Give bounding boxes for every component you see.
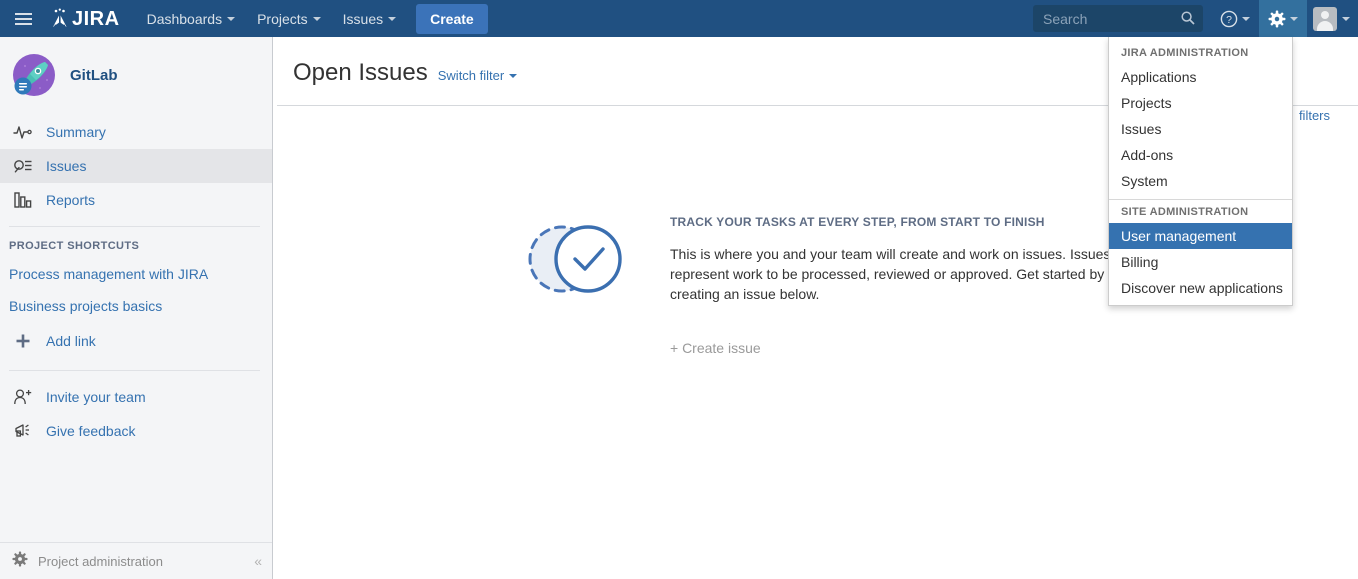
chevron-down-icon: [509, 73, 518, 78]
jira-wordmark: JIRA: [72, 7, 120, 30]
menu-item-add-ons[interactable]: Add-ons: [1109, 142, 1292, 168]
sidebar-invite-team-label: Invite your team: [46, 389, 146, 405]
chevron-down-icon: [1342, 16, 1350, 21]
nav-projects-label: Projects: [257, 10, 308, 27]
nav-issues[interactable]: Issues: [332, 0, 407, 37]
project-name: GitLab: [70, 66, 118, 84]
project-sidebar: GitLab Summary Issues Reports PROJECT SH…: [0, 37, 273, 579]
menu-item-discover-new-applications[interactable]: Discover new applications: [1109, 275, 1292, 301]
admin-dropdown-menu: JIRA ADMINISTRATION Applications Project…: [1108, 37, 1293, 306]
question-circle-icon: ?: [1220, 10, 1238, 27]
sidebar-give-feedback-label: Give feedback: [46, 423, 136, 439]
sidebar-shortcut-business-projects-basics[interactable]: Business projects basics: [0, 290, 272, 322]
menu-item-projects[interactable]: Projects: [1109, 90, 1292, 116]
nav-issues-label: Issues: [342, 10, 384, 27]
sidebar-item-reports-label: Reports: [46, 192, 96, 208]
check-circle-illustration: [520, 209, 630, 309]
sidebar-divider: [9, 370, 260, 371]
hamburger-bar: [14, 17, 32, 20]
plus-icon: [12, 331, 33, 352]
hamburger-bar: [14, 22, 32, 25]
sidebar-item-give-feedback[interactable]: Give feedback: [0, 414, 272, 448]
search-input[interactable]: [1033, 5, 1203, 32]
chevron-down-icon: [388, 16, 397, 21]
sidebar-item-issues-label: Issues: [46, 158, 87, 174]
search-container: [1033, 5, 1203, 32]
activity-pulse-icon: [12, 122, 33, 143]
sidebar-heading-project-shortcuts: PROJECT SHORTCUTS: [9, 240, 140, 252]
sidebar-item-invite-team[interactable]: Invite your team: [0, 380, 272, 414]
menu-heading-jira-administration: JIRA ADMINISTRATION: [1121, 47, 1249, 59]
sidebar-add-link-label: Add link: [46, 333, 96, 349]
double-chevron-left-icon[interactable]: «: [254, 553, 262, 569]
issues-search-icon: [12, 156, 33, 177]
gear-icon: [12, 550, 28, 572]
sidebar-item-reports[interactable]: Reports: [0, 183, 272, 217]
saved-filters-link[interactable]: filters: [1299, 108, 1330, 123]
sidebar-item-summary[interactable]: Summary: [0, 115, 272, 149]
nav-dashboards[interactable]: Dashboards: [136, 0, 247, 37]
chevron-down-icon: [312, 16, 321, 21]
megaphone-icon: [12, 421, 33, 442]
chevron-down-icon: [1242, 16, 1250, 21]
create-issue-link[interactable]: + Create issue: [670, 340, 1140, 356]
nav-dashboards-label: Dashboards: [146, 10, 223, 27]
menu-item-user-management[interactable]: User management: [1109, 223, 1292, 249]
project-header[interactable]: GitLab: [0, 37, 272, 115]
page-title: Open Issues: [293, 59, 428, 86]
create-button[interactable]: Create: [416, 3, 488, 34]
bar-chart-icon: [12, 190, 33, 211]
jira-logo[interactable]: JIRA: [50, 8, 120, 30]
empty-state-panel: TRACK YOUR TASKS AT EVERY STEP, FROM STA…: [520, 209, 1140, 356]
empty-state-body: This is where you and your team will cre…: [670, 246, 1137, 302]
project-administration-label: Project administration: [38, 553, 163, 569]
empty-state-text: TRACK YOUR TASKS AT EVERY STEP, FROM STA…: [670, 209, 1140, 356]
sidebar-shortcut-process-management[interactable]: Process management with JIRA: [0, 258, 272, 290]
top-navigation-bar: JIRA Dashboards Projects Issues Create ?: [0, 0, 1358, 37]
help-button[interactable]: ?: [1211, 0, 1259, 37]
menu-item-billing[interactable]: Billing: [1109, 249, 1292, 275]
hamburger-menu-icon[interactable]: [0, 0, 46, 37]
gear-icon: [1268, 10, 1286, 27]
chevron-down-icon: [1290, 16, 1298, 21]
rocket-avatar-icon: [12, 53, 56, 97]
sidebar-item-issues[interactable]: Issues: [0, 149, 272, 183]
menu-item-applications[interactable]: Applications: [1109, 64, 1292, 90]
switch-filter-button[interactable]: Switch filter: [437, 68, 518, 83]
person-add-icon: [12, 387, 33, 408]
settings-button[interactable]: [1259, 0, 1307, 37]
svg-text:?: ?: [1226, 14, 1232, 26]
user-avatar-icon: [1313, 6, 1337, 31]
sidebar-item-add-link[interactable]: Add link: [0, 324, 272, 358]
project-administration-bar[interactable]: Project administration «: [0, 542, 272, 579]
menu-divider: [1109, 199, 1292, 200]
menu-item-issues[interactable]: Issues: [1109, 116, 1292, 142]
menu-heading-site-administration: SITE ADMINISTRATION: [1121, 206, 1249, 218]
chevron-down-icon: [227, 16, 236, 21]
jira-mark-icon: [53, 8, 67, 29]
empty-state-heading: TRACK YOUR TASKS AT EVERY STEP, FROM STA…: [670, 215, 1045, 229]
nav-projects[interactable]: Projects: [246, 0, 332, 37]
hamburger-bar: [14, 12, 32, 15]
switch-filter-label: Switch filter: [437, 68, 505, 83]
topnav-right-group: ?: [1033, 0, 1358, 37]
sidebar-item-summary-label: Summary: [46, 124, 106, 140]
menu-item-system[interactable]: System: [1109, 168, 1292, 194]
user-profile-button[interactable]: [1307, 0, 1358, 37]
